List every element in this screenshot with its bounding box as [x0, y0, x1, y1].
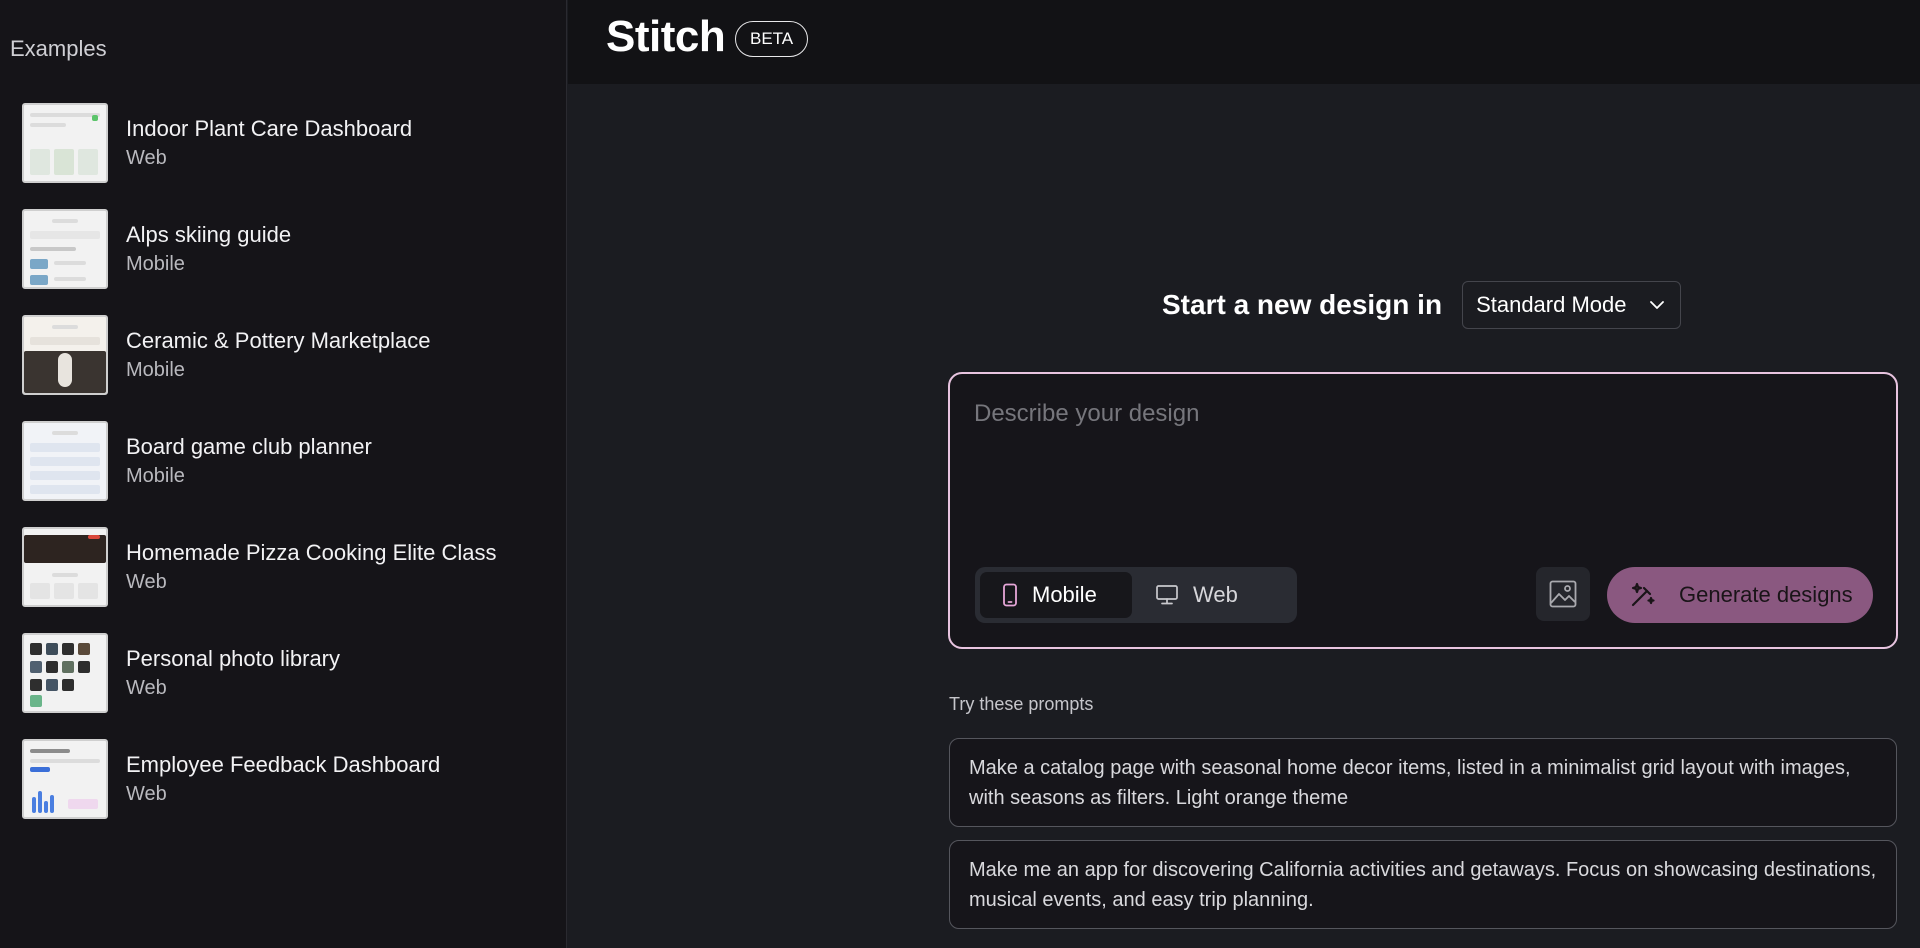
example-item-indoor-plant[interactable]: Indoor Plant Care Dashboard Web [22, 90, 552, 196]
example-thumbnail [22, 209, 108, 289]
example-thumbnail [22, 315, 108, 395]
app-header: Stitch BETA [568, 0, 1920, 84]
mode-select-value: Standard Mode [1476, 292, 1627, 317]
example-item-employee-feedback[interactable]: Employee Feedback Dashboard Web [22, 726, 552, 832]
upload-image-button[interactable] [1536, 567, 1590, 621]
example-title: Ceramic & Pottery Marketplace [126, 328, 431, 353]
example-type: Web [126, 147, 167, 169]
sidebar-title: Examples [10, 36, 107, 61]
prompt-box: Mobile Web Generate designs [948, 372, 1898, 649]
device-toggle-web[interactable]: Web [1147, 572, 1287, 618]
try-prompts-label: Try these prompts [949, 694, 1094, 714]
beta-badge: BETA [735, 21, 809, 57]
example-thumbnail [22, 527, 108, 607]
example-title: Board game club planner [126, 434, 372, 459]
start-design-label: Start a new design in [1162, 289, 1443, 320]
example-type: Mobile [126, 465, 185, 487]
example-type: Mobile [126, 359, 185, 381]
start-design-row: Start a new design in Standard Mode [1162, 281, 1682, 329]
example-item-photo-library[interactable]: Personal photo library Web [22, 620, 552, 726]
example-type: Web [126, 677, 167, 699]
image-icon [1549, 580, 1577, 608]
monitor-icon [1156, 585, 1178, 605]
example-thumbnail [22, 739, 108, 819]
example-item-board-game[interactable]: Board game club planner Mobile [22, 408, 552, 514]
device-toggle-mobile[interactable]: Mobile [980, 572, 1132, 618]
example-title: Personal photo library [126, 646, 341, 671]
generate-designs-label: Generate designs [1679, 582, 1853, 607]
example-list: Indoor Plant Care Dashboard Web Alps ski… [22, 90, 552, 832]
example-title: Homemade Pizza Cooking Elite Class [126, 540, 497, 565]
magic-wand-icon [1631, 582, 1655, 607]
design-prompt-input[interactable] [974, 400, 1864, 520]
example-type: Web [126, 783, 167, 805]
chevron-down-icon [1650, 301, 1664, 309]
example-title: Alps skiing guide [126, 222, 292, 247]
example-item-ceramic-pottery[interactable]: Ceramic & Pottery Marketplace Mobile [22, 302, 552, 408]
device-toggle-mobile-label: Mobile [1032, 582, 1097, 607]
examples-sidebar: Examples Indoor Plant Care Dashboard Web [0, 0, 567, 948]
brand-logo: Stitch [606, 12, 726, 61]
example-title: Indoor Plant Care Dashboard [126, 116, 413, 141]
mode-select[interactable]: Standard Mode [1462, 281, 1682, 329]
generate-designs-button[interactable]: Generate designs [1607, 567, 1873, 623]
device-toggle-web-label: Web [1193, 582, 1238, 607]
example-item-pizza-class[interactable]: Homemade Pizza Cooking Elite Class Web [22, 514, 552, 620]
example-type: Mobile [126, 253, 185, 275]
phone-icon [1003, 583, 1017, 607]
device-toggle: Mobile Web [975, 567, 1297, 623]
suggestion-prompt[interactable]: Make a catalog page with seasonal home d… [949, 738, 1897, 827]
example-type: Web [126, 571, 167, 593]
suggestion-prompt[interactable]: Make me an app for discovering Californi… [949, 840, 1897, 929]
example-thumbnail [22, 421, 108, 501]
example-thumbnail [22, 103, 108, 183]
example-thumbnail [22, 633, 108, 713]
example-title: Employee Feedback Dashboard [126, 752, 441, 777]
example-item-alps-skiing[interactable]: Alps skiing guide Mobile [22, 196, 552, 302]
